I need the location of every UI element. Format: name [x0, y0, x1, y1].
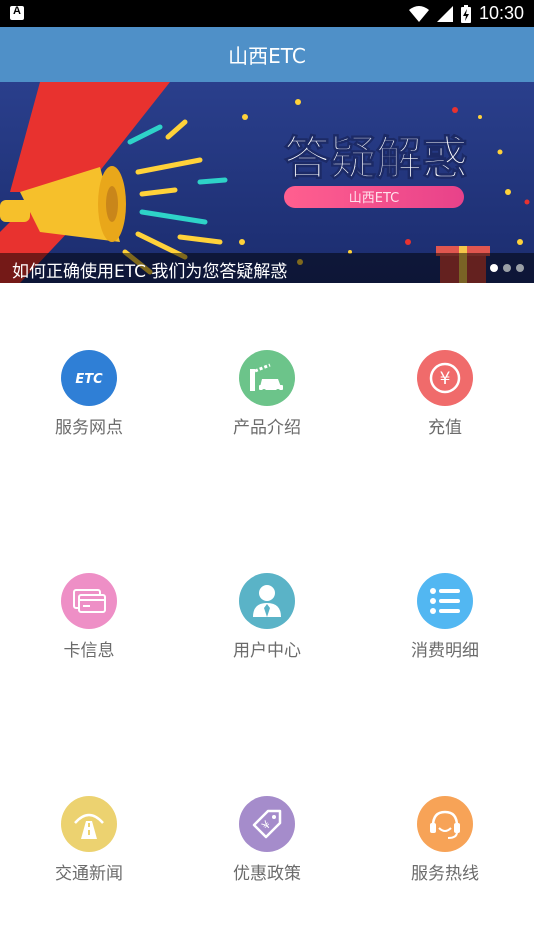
grid-item-discount-policy[interactable]: ¥ 优惠政策 — [178, 727, 356, 949]
yen-icon: ¥ — [417, 350, 473, 406]
wifi-icon — [408, 5, 429, 22]
grid-item-label: 产品介绍 — [233, 418, 301, 438]
carousel-dot[interactable] — [503, 264, 511, 272]
status-indicators: 10:30 — [408, 3, 524, 24]
toll-car-icon — [239, 350, 295, 406]
carousel-dot[interactable] — [490, 264, 498, 272]
banner-carousel[interactable]: 答疑解惑 山西ETC 如何正确使用ETC 我们为您答疑解惑 — [0, 82, 534, 283]
grid-item-spending-details[interactable]: 消费明细 — [356, 505, 534, 727]
grid-item-card-info[interactable]: 卡信息 — [0, 505, 178, 727]
carousel-indicator — [490, 264, 524, 272]
grid-item-service-hotline[interactable]: 服务热线 — [356, 727, 534, 949]
card-icon — [61, 573, 117, 629]
grid-item-user-center[interactable]: 用户中心 — [178, 505, 356, 727]
svg-text:¥: ¥ — [440, 369, 451, 389]
grid-item-product-intro[interactable]: 产品介绍 — [178, 283, 356, 505]
list-icon — [417, 573, 473, 629]
banner-caption-bar: 如何正确使用ETC 我们为您答疑解惑 — [0, 253, 534, 283]
grid-item-label: 用户中心 — [233, 641, 301, 661]
grid-item-traffic-news[interactable]: 交通新闻 — [0, 727, 178, 949]
grid-item-label: 交通新闻 — [55, 864, 123, 884]
grid-item-label: 优惠政策 — [233, 864, 301, 884]
banner-caption: 如何正确使用ETC 我们为您答疑解惑 — [12, 262, 288, 282]
grid-item-label: 消费明细 — [411, 641, 479, 661]
status-bar: 10:30 — [0, 0, 534, 27]
road-icon — [61, 796, 117, 852]
page-title: 山西ETC — [228, 44, 306, 68]
user-icon — [239, 573, 295, 629]
feature-grid: ETC 服务网点 产品介绍 ¥ 充值 卡信息 用户中心 消费明细 交通新闻 ¥ … — [0, 283, 534, 950]
price-tag-icon: ¥ — [239, 796, 295, 852]
etc-icon: ETC — [61, 350, 117, 406]
banner-headline: 答疑解惑 — [284, 131, 468, 185]
grid-item-recharge[interactable]: ¥ 充值 — [356, 283, 534, 505]
grid-item-label: 充值 — [428, 418, 462, 438]
status-time: 10:30 — [478, 3, 524, 23]
battery-icon — [460, 4, 471, 23]
grid-item-label: 服务网点 — [55, 418, 123, 438]
signal-icon — [436, 5, 453, 22]
svg-text:ETC: ETC — [75, 372, 103, 387]
grid-item-label: 服务热线 — [411, 864, 479, 884]
grid-item-service-outlets[interactable]: ETC 服务网点 — [0, 283, 178, 505]
app-bar: 山西ETC — [0, 27, 534, 82]
banner-badge: 山西ETC — [349, 191, 399, 206]
notification-app-icon — [10, 5, 24, 20]
carousel-dot[interactable] — [516, 264, 524, 272]
headset-icon — [417, 796, 473, 852]
grid-item-label: 卡信息 — [63, 641, 115, 661]
